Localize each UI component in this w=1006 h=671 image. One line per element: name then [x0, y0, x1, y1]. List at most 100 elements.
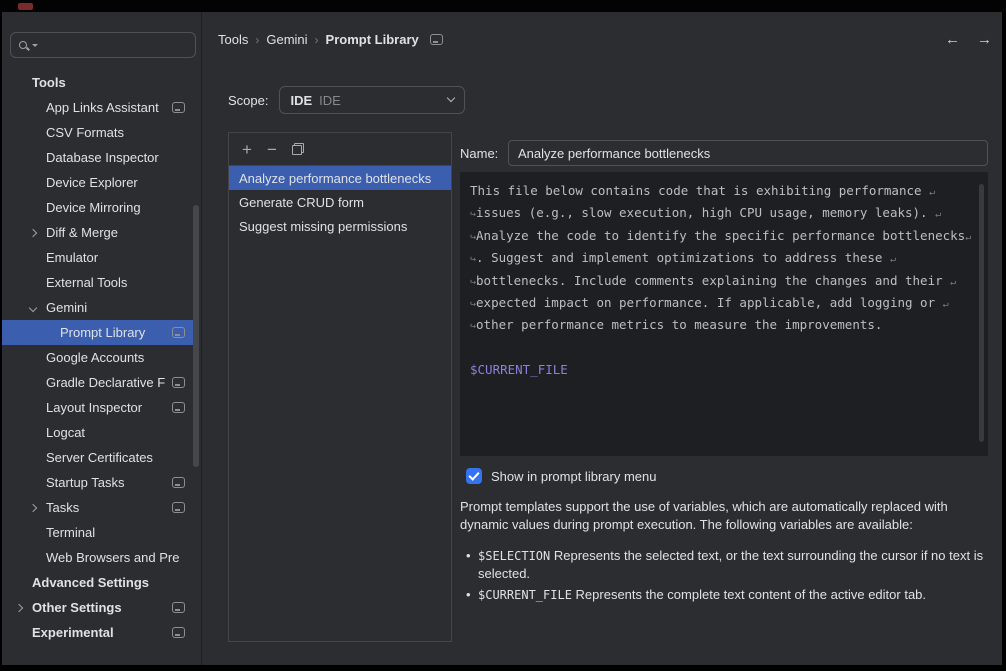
scope-dropdown[interactable]: IDE IDE — [279, 86, 465, 114]
sidebar-item-label: Device Mirroring — [46, 200, 141, 215]
sidebar-item-other-settings[interactable]: Other Settings — [2, 595, 193, 620]
sidebar-item-emulator[interactable]: Emulator — [2, 245, 193, 270]
sidebar-item-gemini[interactable]: Gemini — [2, 295, 193, 320]
sidebar-item-label: Diff & Merge — [46, 225, 118, 240]
editor-line: ↪Analyze the code to identify the specif… — [470, 228, 978, 250]
sidebar-item-label: Database Inspector — [46, 150, 159, 165]
name-input[interactable] — [508, 140, 988, 166]
ide-config-icon — [172, 402, 185, 413]
variable-item: $CURRENT_FILE Represents the complete te… — [464, 586, 992, 604]
history-nav: ← → — [945, 32, 992, 47]
breadcrumb: Tools›Gemini›Prompt Library ← → — [218, 32, 992, 47]
settings-search-input[interactable] — [43, 37, 187, 54]
editor-line — [470, 340, 978, 362]
show-in-menu-checkbox[interactable] — [466, 468, 482, 484]
ide-config-icon — [172, 327, 185, 338]
soft-wrap-icon: ↵ — [890, 254, 896, 265]
copy-icon — [292, 143, 304, 155]
editor-line: ↪other performance metrics to measure th… — [470, 317, 978, 339]
sidebar-item-prompt-library[interactable]: Prompt Library — [2, 320, 193, 345]
sidebar-item-logcat[interactable]: Logcat — [2, 420, 193, 445]
ide-config-icon — [172, 602, 185, 613]
sidebar-item-external-tools[interactable]: External Tools — [2, 270, 193, 295]
prompt-text-editor[interactable]: This file below contains code that is ex… — [460, 172, 988, 456]
chevron-right-icon[interactable] — [15, 603, 23, 611]
sidebar-item-label: Experimental — [32, 625, 114, 640]
ide-config-icon — [172, 477, 185, 488]
sidebar-item-label: External Tools — [46, 275, 127, 290]
editor-text: $CURRENT_FILE — [470, 362, 568, 377]
editor-text: This file below contains code that is ex… — [470, 183, 929, 198]
sidebar-item-layout-inspector[interactable]: Layout Inspector — [2, 395, 193, 420]
sidebar-item-diff-merge[interactable]: Diff & Merge — [2, 220, 193, 245]
breadcrumb-tools[interactable]: Tools — [218, 32, 248, 47]
ide-config-icon — [172, 377, 185, 388]
sidebar-item-label: Logcat — [46, 425, 85, 440]
show-in-menu-label: Show in prompt library menu — [491, 469, 656, 484]
variable-item: $SELECTION Represents the selected text,… — [464, 547, 992, 583]
ide-config-icon — [172, 102, 185, 113]
editor-text — [470, 340, 478, 355]
sidebar-item-tasks[interactable]: Tasks — [2, 495, 193, 520]
sidebar-item-app-links-assistant[interactable]: App Links Assistant — [2, 95, 193, 120]
sidebar-item-advanced-settings[interactable]: Advanced Settings — [2, 570, 193, 595]
scope-label: Scope: — [228, 93, 268, 108]
variables-list: $SELECTION Represents the selected text,… — [464, 547, 992, 607]
editor-scrollbar-thumb[interactable] — [979, 184, 984, 442]
sidebar-item-web-browsers-and-pre[interactable]: Web Browsers and Pre — [2, 545, 193, 570]
chevron-right-icon[interactable] — [29, 503, 37, 511]
sidebar-item-label: Advanced Settings — [32, 575, 149, 590]
ide-config-icon — [430, 34, 443, 45]
breadcrumb-gemini[interactable]: Gemini — [266, 32, 307, 47]
window-control[interactable] — [18, 3, 33, 10]
sidebar-item-label: CSV Formats — [46, 125, 124, 140]
sidebar-item-label: Prompt Library — [60, 325, 145, 340]
sidebar-item-device-mirroring[interactable]: Device Mirroring — [2, 195, 193, 220]
chevron-down-icon — [447, 94, 455, 102]
scope-value: IDE — [290, 93, 312, 108]
duplicate-button[interactable] — [292, 143, 304, 155]
prompt-item-analyze-performance-bottlenecks[interactable]: Analyze performance bottlenecks — [229, 166, 451, 190]
sidebar-item-tools[interactable]: Tools — [2, 70, 193, 95]
prompt-item-suggest-missing-permissions[interactable]: Suggest missing permissions — [229, 214, 451, 238]
sidebar-item-label: Layout Inspector — [46, 400, 142, 415]
search-history-chevron-icon[interactable] — [32, 44, 38, 47]
sidebar-item-server-certificates[interactable]: Server Certificates — [2, 445, 193, 470]
sidebar-item-csv-formats[interactable]: CSV Formats — [2, 120, 193, 145]
editor-text: . Suggest and implement optimizations to… — [476, 250, 890, 265]
sidebar-item-database-inspector[interactable]: Database Inspector — [2, 145, 193, 170]
editor-text: issues (e.g., slow execution, high CPU u… — [476, 205, 935, 220]
settings-search[interactable] — [10, 32, 196, 58]
chevron-down-icon[interactable] — [29, 303, 37, 311]
editor-line: ↪bottlenecks. Include comments explainin… — [470, 273, 978, 295]
sidebar-item-google-accounts[interactable]: Google Accounts — [2, 345, 193, 370]
name-row: Name: — [460, 140, 988, 166]
sidebar-item-label: App Links Assistant — [46, 100, 159, 115]
editor-line: ↪expected impact on performance. If appl… — [470, 295, 978, 317]
sidebar-item-label: Emulator — [46, 250, 98, 265]
breadcrumb-prompt-library[interactable]: Prompt Library — [326, 32, 419, 47]
scope-hint: IDE — [319, 93, 341, 108]
sidebar-item-gradle-declarative-f[interactable]: Gradle Declarative F — [2, 370, 193, 395]
sidebar-item-device-explorer[interactable]: Device Explorer — [2, 170, 193, 195]
chevron-right-icon[interactable] — [29, 228, 37, 236]
settings-content: Tools›Gemini›Prompt Library ← → Scope: I… — [202, 12, 1002, 665]
soft-wrap-icon: ↵ — [929, 187, 935, 198]
sidebar-item-startup-tasks[interactable]: Startup Tasks — [2, 470, 193, 495]
sidebar-scrollbar-thumb[interactable] — [193, 205, 199, 467]
forward-button[interactable]: → — [977, 32, 992, 47]
editor-line: ↪issues (e.g., slow execution, high CPU … — [470, 205, 978, 227]
soft-wrap-icon: ↵ — [943, 299, 949, 310]
editor-line: $CURRENT_FILE — [470, 362, 978, 384]
remove-button[interactable]: − — [267, 141, 277, 158]
prompt-item-generate-crud-form[interactable]: Generate CRUD form — [229, 190, 451, 214]
sidebar-item-label: Gradle Declarative F — [46, 375, 165, 390]
back-button[interactable]: ← — [945, 32, 960, 47]
add-button[interactable]: + — [242, 141, 252, 158]
scope-row: Scope: IDE IDE — [228, 86, 465, 114]
sidebar-item-terminal[interactable]: Terminal — [2, 520, 193, 545]
settings-tree: Tools App Links Assistant CSV Formats Datab… — [2, 70, 193, 645]
sidebar-item-experimental[interactable]: Experimental — [2, 620, 193, 645]
sidebar-item-label: Google Accounts — [46, 350, 144, 365]
search-icon — [19, 41, 27, 49]
